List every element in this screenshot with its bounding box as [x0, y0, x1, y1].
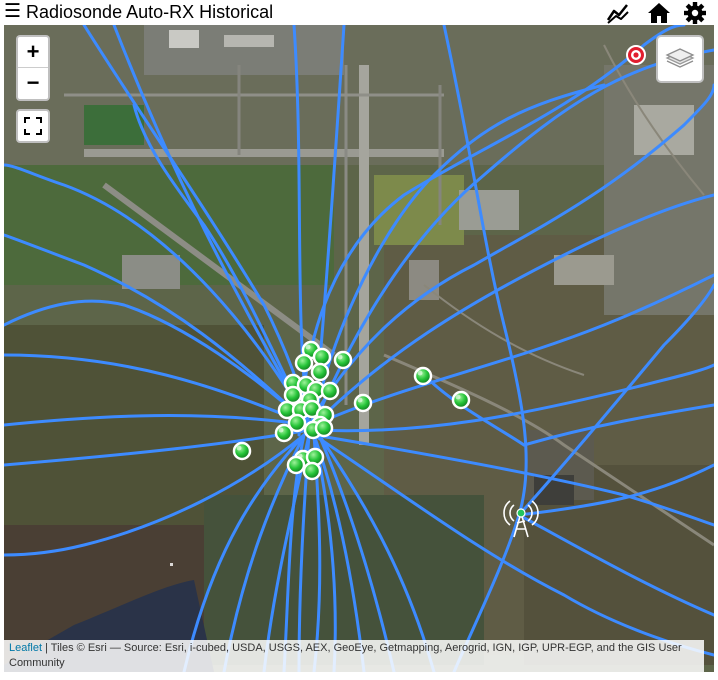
zoom-control: + − [16, 35, 50, 101]
app-header: ☰ Radiosonde Auto-RX Historical [0, 0, 718, 24]
satellite-basemap [4, 25, 714, 672]
hamburger-menu-icon[interactable]: ☰ [4, 1, 21, 23]
layers-button[interactable] [656, 35, 704, 83]
target-marker-icon[interactable] [626, 45, 646, 65]
home-icon[interactable] [647, 2, 671, 24]
layers-icon [665, 48, 695, 68]
map[interactable]: + − [4, 25, 714, 672]
map-attribution: Leaflet | Tiles © Esri — Source: Esri, i… [4, 640, 704, 672]
gear-icon[interactable] [683, 2, 707, 24]
zoom-in-button[interactable]: + [18, 37, 48, 68]
fullscreen-button[interactable] [16, 109, 50, 143]
fullscreen-icon [24, 117, 42, 135]
zoom-out-button[interactable]: − [18, 68, 48, 98]
page-title: Radiosonde Auto-RX Historical [26, 2, 274, 22]
chart-line-icon[interactable] [606, 2, 630, 24]
attribution-text: | Tiles © Esri — Source: Esri, i-cubed, … [9, 642, 682, 669]
leaflet-link[interactable]: Leaflet [9, 642, 42, 654]
